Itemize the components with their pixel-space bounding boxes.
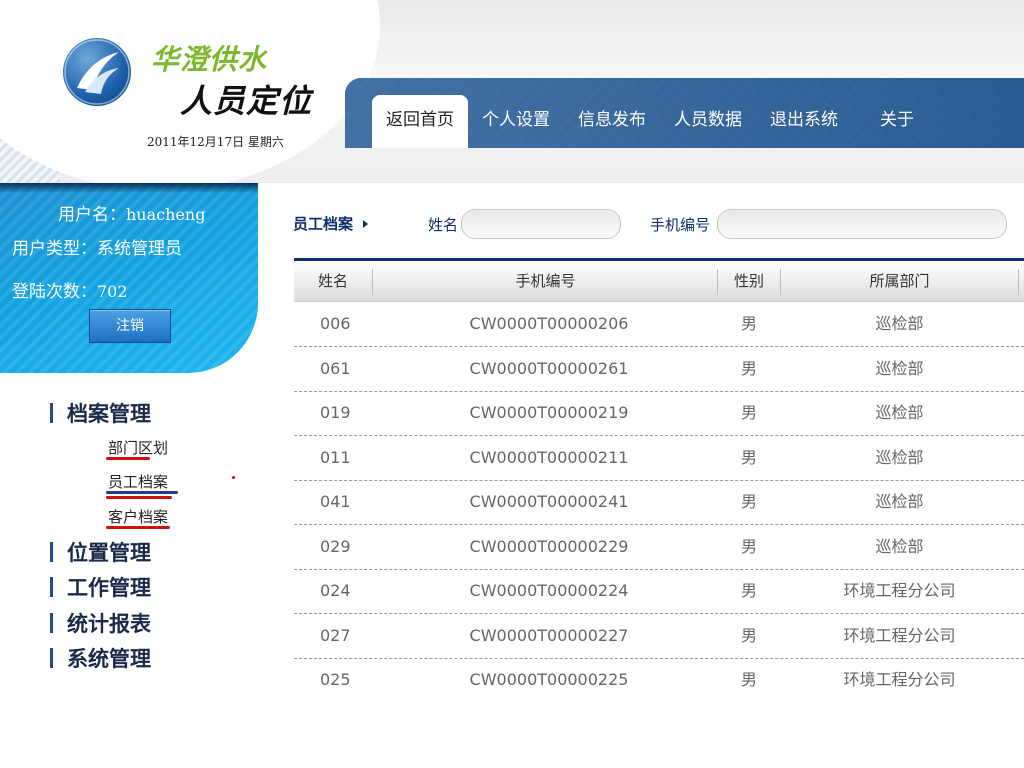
user-name-row: 用户名：huacheng xyxy=(58,200,205,225)
breadcrumb-current: 员工档案 xyxy=(293,215,354,233)
menu-group-work[interactable]: 工作管理 xyxy=(50,572,151,602)
cell-gender: 男 xyxy=(740,358,757,378)
cell-gender: 男 xyxy=(740,403,757,422)
cell-phone-id: CW0000T00000211 xyxy=(469,447,629,467)
table-row[interactable]: 061 CW0000T00000261 男 巡检部 xyxy=(294,347,1024,392)
cell-phone-id: CW0000T00000224 xyxy=(469,581,629,600)
phone-filter-label: 手机编号 xyxy=(650,216,711,234)
cell-name: 025 xyxy=(320,670,351,689)
cell-name: 061 xyxy=(320,358,351,378)
swoosh-logo-icon xyxy=(63,38,131,106)
table-header: 姓名 手机编号 性别 所属部门 xyxy=(294,261,1024,302)
user-type-label: 用户类型： xyxy=(12,239,97,259)
nav-tab-publish-info[interactable]: 信息发布 xyxy=(564,95,660,148)
table-row[interactable]: 024 CW0000T00000224 男 环境工程分公司 xyxy=(294,569,1024,614)
cell-phone-id: CW0000T00000229 xyxy=(469,536,629,556)
menu-group-system[interactable]: 系统管理 xyxy=(50,643,151,673)
cell-phone-id: CW0000T00000206 xyxy=(469,314,629,333)
cell-gender: 男 xyxy=(740,314,757,333)
phone-search-input[interactable] xyxy=(717,209,1007,239)
cell-gender: 男 xyxy=(740,536,757,556)
login-count-value: 702 xyxy=(97,282,128,301)
app-window: 华澄供水 人员定位 2011年12月17日 星期六 返回首页 个人设置 信息发布… xyxy=(0,0,1024,698)
menu-group-reports[interactable]: 统计报表 xyxy=(50,608,151,638)
main-content: 员工档案 姓名 手机编号 姓名 手机编号 性别 所属部门 006 CW0000T0… xyxy=(258,183,1024,698)
cell-department: 环境工程分公司 xyxy=(843,625,956,645)
breadcrumb: 员工档案 xyxy=(293,213,370,234)
cell-name: 019 xyxy=(320,403,351,422)
menu-group-archive[interactable]: 档案管理 xyxy=(50,398,151,428)
brand-name: 华澄供水 xyxy=(151,43,268,76)
red-dot-mark xyxy=(232,476,235,479)
user-type-row: 用户类型：系统管理员 xyxy=(12,234,182,259)
header: 华澄供水 人员定位 2011年12月17日 星期六 返回首页 个人设置 信息发布… xyxy=(0,0,1024,190)
cell-name: 027 xyxy=(320,625,351,645)
nav-tab-personnel-data[interactable]: 人员数据 xyxy=(660,95,756,148)
current-date: 2011年12月17日 星期六 xyxy=(147,135,284,149)
cell-department: 巡检部 xyxy=(875,492,924,511)
cell-department: 巡检部 xyxy=(875,403,924,422)
column-header-phone-id[interactable]: 手机编号 xyxy=(373,261,718,301)
table-row[interactable]: 027 CW0000T00000227 男 环境工程分公司 xyxy=(294,614,1024,659)
menu-item-employee-archive[interactable]: 员工档案 xyxy=(108,471,168,492)
cell-phone-id: CW0000T00000241 xyxy=(469,492,629,511)
table-row[interactable]: 006 CW0000T00000206 男 巡检部 xyxy=(294,302,1024,347)
nav-tab-logout-system[interactable]: 退出系统 xyxy=(756,95,852,148)
cell-phone-id: CW0000T00000227 xyxy=(469,625,629,645)
name-search-input[interactable] xyxy=(461,209,621,239)
table-row[interactable]: 025 CW0000T00000225 男 环境工程分公司 xyxy=(294,658,1024,698)
cell-department: 巡检部 xyxy=(875,358,924,378)
cell-gender: 男 xyxy=(740,670,757,689)
red-underline xyxy=(106,496,172,499)
cell-department: 环境工程分公司 xyxy=(843,581,956,600)
search-filter-bar: 员工档案 姓名 手机编号 xyxy=(293,209,1024,239)
cell-phone-id: CW0000T00000219 xyxy=(469,403,629,422)
column-header-gender[interactable]: 性别 xyxy=(718,261,780,301)
name-filter-label: 姓名 xyxy=(428,216,459,234)
nav-tab-about[interactable]: 关于 xyxy=(852,95,928,148)
nav-tab-personal-settings[interactable]: 个人设置 xyxy=(468,95,564,148)
red-underline xyxy=(106,526,170,529)
cell-department: 巡检部 xyxy=(875,536,924,556)
active-blue-underline xyxy=(106,491,178,494)
cell-department: 环境工程分公司 xyxy=(843,670,956,689)
top-nav-tabs: 返回首页 个人设置 信息发布 人员数据 退出系统 关于 xyxy=(372,95,928,148)
cell-gender: 男 xyxy=(740,447,757,467)
cell-gender: 男 xyxy=(740,492,757,511)
cell-name: 041 xyxy=(320,492,351,511)
user-name-value: huacheng xyxy=(126,205,206,224)
logout-button[interactable]: 注销 xyxy=(89,309,171,343)
cell-name: 011 xyxy=(320,447,351,467)
cell-department: 巡检部 xyxy=(875,314,924,333)
table-row[interactable]: 041 CW0000T00000241 男 巡检部 xyxy=(294,480,1024,525)
login-count-row: 登陆次数：702 xyxy=(12,277,128,302)
column-header-department[interactable]: 所属部门 xyxy=(781,261,1018,301)
cell-gender: 男 xyxy=(740,581,757,600)
cell-name: 029 xyxy=(320,536,351,556)
column-header-name[interactable]: 姓名 xyxy=(294,261,372,301)
app-title: 人员定位 xyxy=(180,82,313,120)
menu-item-customer-archive[interactable]: 客户档案 xyxy=(108,506,168,527)
user-info-panel: 用户名：huacheng 用户类型：系统管理员 登陆次数：702 注销 xyxy=(0,183,258,373)
sidebar-menu: 档案管理 部门区划 员工档案 客户档案 位置管理 工作管理 统计报表 系统管理 xyxy=(0,390,258,690)
cell-name: 024 xyxy=(320,581,351,600)
user-type-value: 系统管理员 xyxy=(97,239,182,259)
red-underline xyxy=(106,457,150,460)
menu-group-location[interactable]: 位置管理 xyxy=(50,537,151,567)
table-row[interactable]: 011 CW0000T00000211 男 巡检部 xyxy=(294,436,1024,481)
table-row[interactable]: 019 CW0000T00000219 男 巡检部 xyxy=(294,391,1024,436)
triangle-right-icon xyxy=(363,220,369,228)
cell-department: 巡检部 xyxy=(875,447,924,467)
nav-tab-home[interactable]: 返回首页 xyxy=(372,95,468,148)
table-row[interactable]: 029 CW0000T00000229 男 巡检部 xyxy=(294,525,1024,570)
cell-name: 006 xyxy=(320,314,351,333)
menu-item-departments[interactable]: 部门区划 xyxy=(108,437,168,458)
login-count-label: 登陆次数： xyxy=(12,282,97,302)
cell-gender: 男 xyxy=(740,625,757,645)
cell-phone-id: CW0000T00000261 xyxy=(469,358,629,378)
cell-phone-id: CW0000T00000225 xyxy=(469,670,629,689)
user-name-label: 用户名： xyxy=(58,205,126,225)
